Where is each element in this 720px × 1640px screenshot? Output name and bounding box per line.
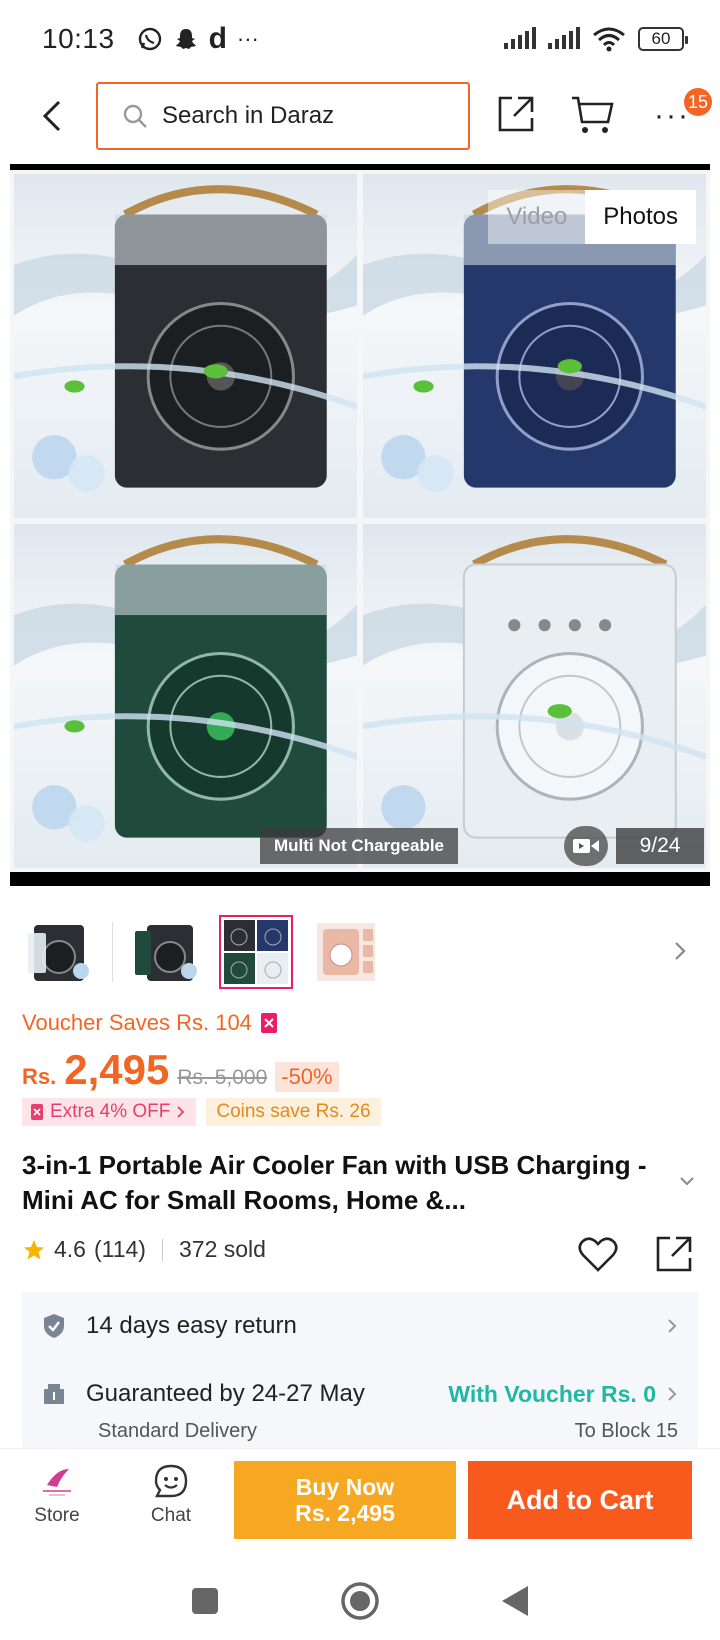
- price-currency: Rs.: [22, 1064, 57, 1089]
- return-text: 14 days easy return: [86, 1312, 297, 1339]
- top-header: Search in Daraz ··· 15: [0, 80, 720, 152]
- extra-off-chip[interactable]: Extra 4% OFF: [22, 1098, 197, 1126]
- delivery-box-icon: [44, 1384, 64, 1404]
- signal-icon-2: [548, 27, 580, 49]
- service-info-card: 14 days easy return Guaranteed by 24-27 …: [22, 1292, 698, 1448]
- rating-row[interactable]: 4.6 (114) 372 sold: [22, 1236, 266, 1263]
- wifi-icon: [593, 27, 625, 52]
- add-to-cart-button[interactable]: Add to Cart: [468, 1461, 692, 1539]
- buy-now-label: Buy Now: [295, 1474, 395, 1500]
- thumbnail[interactable]: [309, 915, 383, 989]
- store-button[interactable]: Store: [22, 1463, 92, 1543]
- chevron-right-icon: [668, 1387, 677, 1401]
- promo-row: Extra 4% OFF Coins save Rs. 26: [22, 1098, 381, 1126]
- rating-value: 4.6: [54, 1236, 86, 1262]
- image-counter: 9/24: [616, 828, 704, 864]
- chevron-right-icon: [668, 1319, 677, 1333]
- extra-off-label: Extra 4% OFF: [50, 1101, 171, 1122]
- delivery-text: Guaranteed by 24-27 May: [86, 1380, 365, 1407]
- status-overflow: ···: [236, 26, 259, 51]
- whatsapp-icon: [138, 27, 161, 51]
- voucher-text: Voucher Saves Rs. 104: [22, 1010, 252, 1035]
- heart-icon[interactable]: [576, 1232, 620, 1276]
- current-price: 2,495: [64, 1046, 170, 1093]
- delivery-type: Standard Delivery: [98, 1420, 257, 1442]
- back-button[interactable]: [32, 94, 72, 138]
- store-logo-icon: [43, 1469, 71, 1496]
- search-placeholder: Search in Daraz: [162, 102, 335, 129]
- tab-photos[interactable]: Photos: [585, 190, 696, 244]
- search-input[interactable]: Search in Daraz: [96, 82, 470, 150]
- voucher-icon: [31, 1104, 43, 1120]
- media-toggle: Video Photos: [488, 190, 696, 244]
- shield-check-icon: [44, 1314, 64, 1338]
- back-nav-icon[interactable]: [500, 1584, 530, 1618]
- video-camera-icon: [573, 839, 599, 853]
- image-caption: Multi Not Chargeable: [260, 828, 459, 864]
- thumbnail-divider: [112, 922, 113, 982]
- rating-divider: [161, 1238, 163, 1261]
- chat-label: Chat: [150, 1505, 192, 1526]
- voucher-savings[interactable]: Voucher Saves Rs. 104: [22, 1010, 278, 1036]
- product-title: 3-in-1 Portable Air Cooler Fan with USB …: [22, 1150, 647, 1215]
- tab-video[interactable]: Video: [488, 190, 586, 244]
- play-video-button[interactable]: [564, 826, 608, 866]
- delivery-row[interactable]: Guaranteed by 24-27 May With Voucher Rs.…: [42, 1380, 678, 1408]
- delivery-voucher: With Voucher Rs. 0: [448, 1380, 656, 1407]
- review-count: (114): [93, 1236, 146, 1262]
- chat-button[interactable]: Chat: [136, 1463, 206, 1543]
- share-icon[interactable]: [652, 1232, 696, 1276]
- thumbnail[interactable]: [22, 915, 96, 989]
- coins-chip[interactable]: Coins save Rs. 26: [206, 1098, 381, 1126]
- buy-now-button[interactable]: Buy Now Rs. 2,495: [234, 1461, 456, 1539]
- chevron-left-icon: [42, 100, 61, 132]
- price-row: Rs. 2,495 Rs. 5,000 -50%: [22, 1046, 339, 1098]
- chat-icon: [154, 1464, 188, 1498]
- home-icon[interactable]: [340, 1581, 380, 1621]
- thumbnail[interactable]: [129, 915, 203, 989]
- star-icon: [24, 1239, 44, 1259]
- share-button[interactable]: [496, 94, 540, 138]
- return-policy-row[interactable]: 14 days easy return: [42, 1312, 678, 1340]
- chevron-down-icon[interactable]: [676, 1170, 698, 1192]
- status-bar: 10:13 d ··· 60: [0, 0, 720, 78]
- store-label: Store: [34, 1505, 80, 1526]
- bottom-action-bar: Store Chat Buy Now Rs. 2,495 Add to Cart: [0, 1448, 720, 1562]
- cart-icon: [572, 96, 614, 133]
- notification-badge: 15: [684, 88, 713, 116]
- product-image-black: [14, 174, 357, 518]
- chevron-right-icon[interactable]: [668, 936, 692, 966]
- buy-now-price: Rs. 2,495: [295, 1500, 395, 1526]
- product-image-green: [14, 524, 357, 868]
- battery-indicator: 60: [638, 27, 688, 51]
- carrier-letter: d: [208, 22, 227, 55]
- delivery-destination: To Block 15: [574, 1420, 678, 1442]
- original-price: Rs. 5,000: [177, 1066, 268, 1089]
- discount-badge: -50%: [275, 1062, 339, 1092]
- status-time: 10:13: [42, 23, 115, 54]
- search-icon: [123, 104, 147, 128]
- cart-button[interactable]: [570, 94, 618, 138]
- signal-icon: [504, 27, 536, 49]
- product-gallery[interactable]: Video Photos Multi Not Chargeable 9/24: [10, 164, 710, 886]
- share-icon: [498, 96, 534, 132]
- sold-count: 372 sold: [178, 1236, 266, 1262]
- voucher-icon: [260, 1013, 277, 1033]
- snapchat-icon: [175, 29, 196, 49]
- chevron-right-icon: [177, 1106, 185, 1118]
- thumbnail-selected[interactable]: [219, 915, 293, 989]
- system-nav-bar: [0, 1562, 720, 1640]
- product-image-white: [363, 524, 706, 868]
- recents-icon[interactable]: [190, 1586, 220, 1616]
- thumbnail-strip: [22, 914, 702, 990]
